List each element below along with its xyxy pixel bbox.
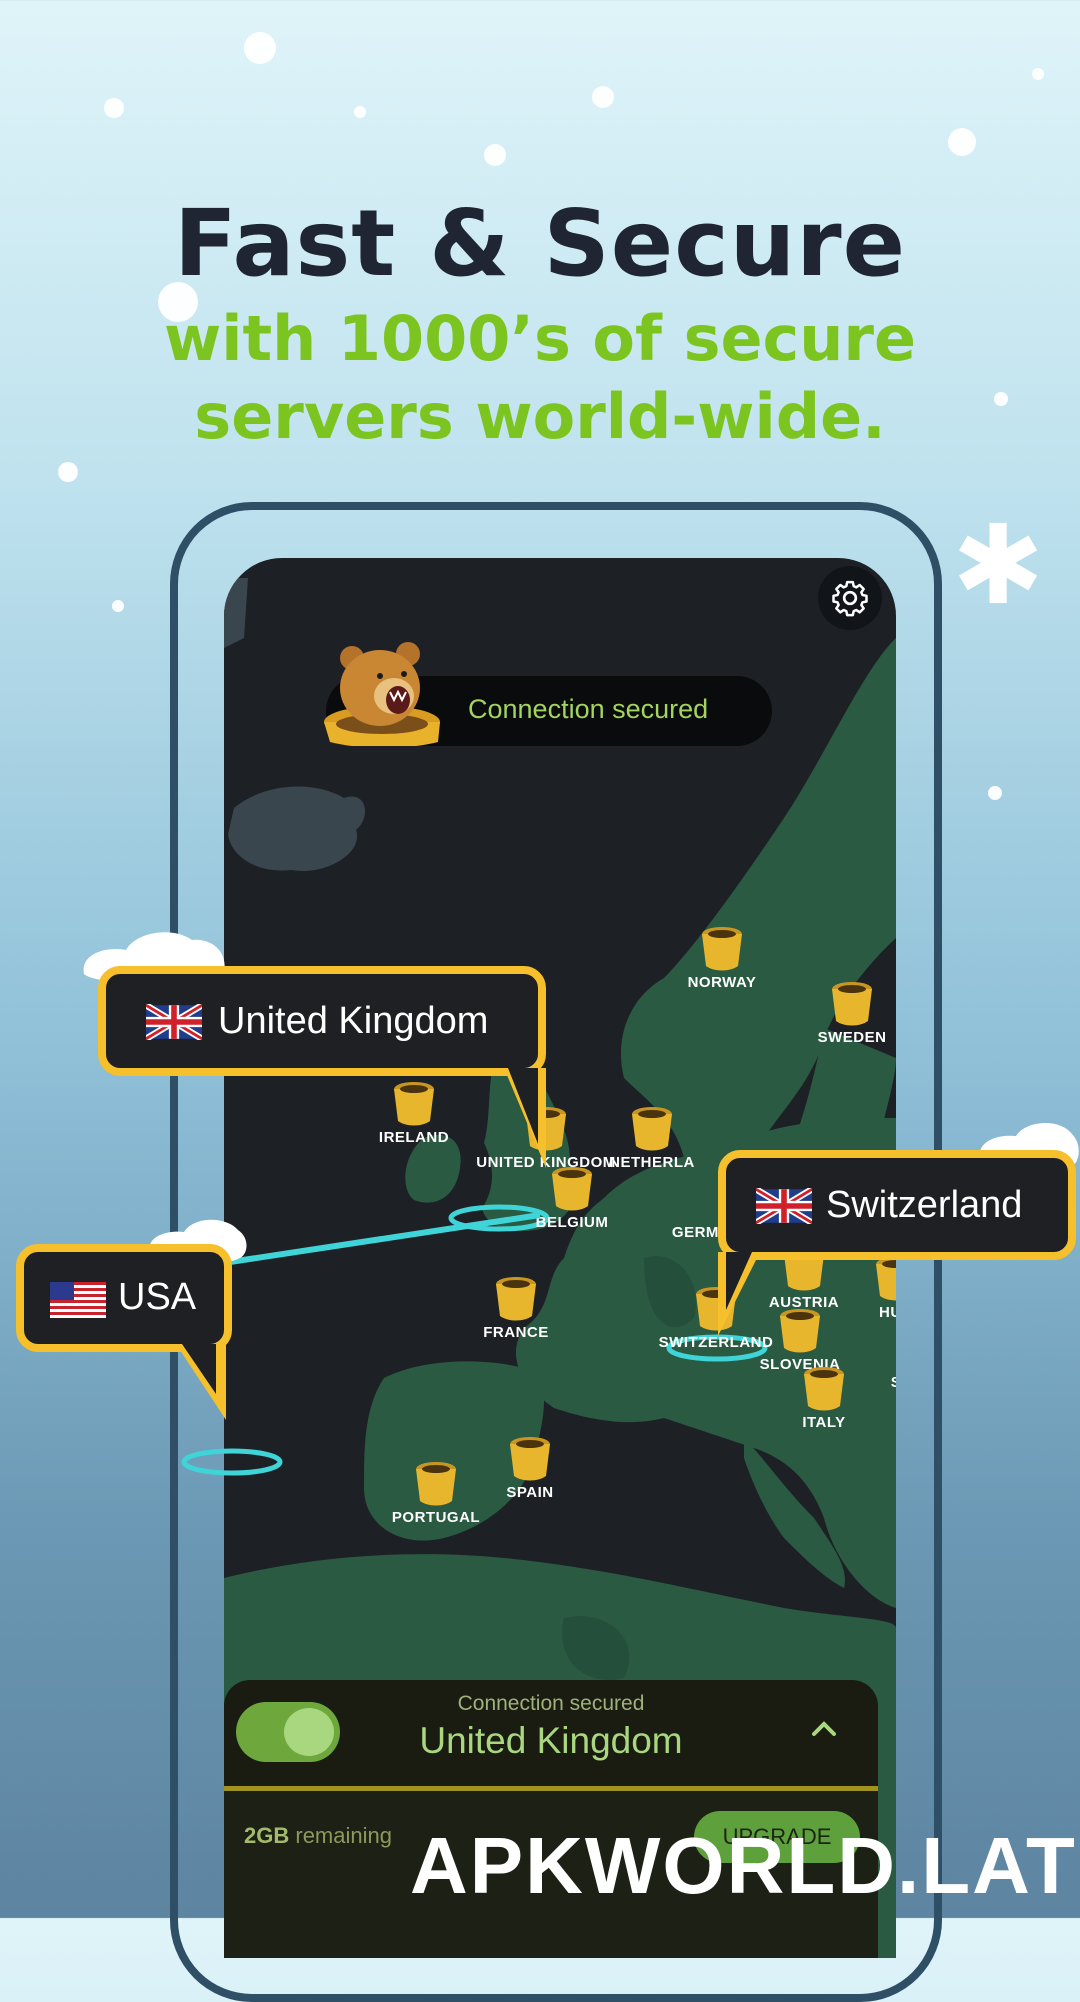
callout-united-kingdom: United Kingdom	[98, 966, 546, 1076]
callout-switzerland: Switzerland	[718, 1150, 1076, 1260]
uk-flag-icon	[146, 1004, 202, 1040]
callout-usa: USA	[16, 1244, 232, 1352]
callout-label-switzerland: Switzerland	[826, 1184, 1023, 1226]
callout-pointer	[176, 1344, 226, 1420]
callout-pointer	[504, 1068, 546, 1168]
callout-label-usa: USA	[118, 1276, 197, 1318]
callout-pointer	[718, 1252, 760, 1336]
callout-label-united-kingdom: United Kingdom	[218, 1000, 489, 1042]
us-flag-icon	[50, 1282, 106, 1318]
watermark: APKWORLD.LAT	[410, 1821, 1077, 1910]
uk-flag-icon	[756, 1188, 812, 1224]
